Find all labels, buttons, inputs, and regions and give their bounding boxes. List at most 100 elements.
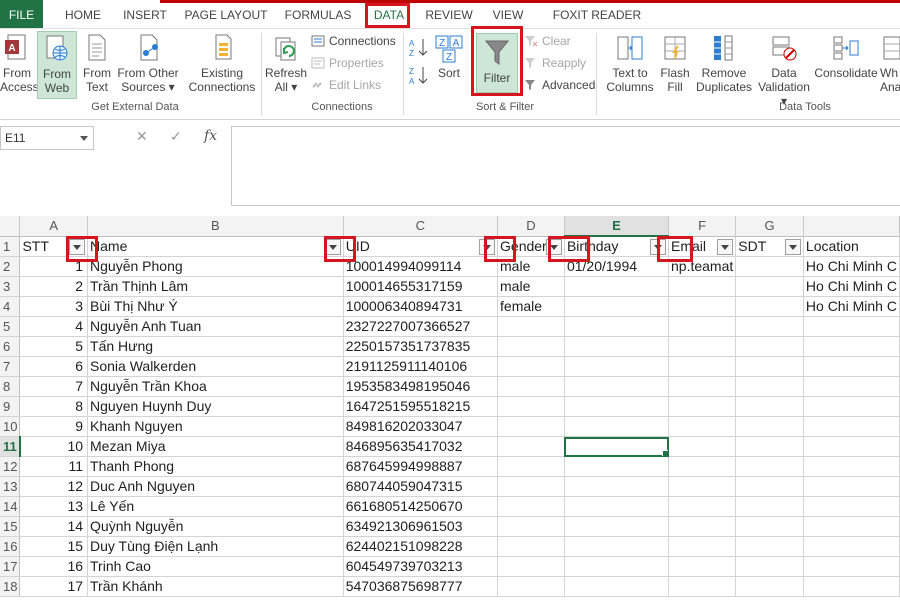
cell-gender[interactable] (497, 396, 565, 417)
cell-stt[interactable]: 11 (19, 456, 89, 477)
column-header-h[interactable] (803, 216, 900, 237)
cell-stt[interactable]: 13 (19, 496, 89, 517)
from-other-sources-button[interactable]: From Other Sources ▾ (116, 33, 180, 94)
cell-email[interactable] (668, 376, 737, 397)
cell-email[interactable] (668, 576, 737, 597)
cell-stt[interactable]: 3 (19, 296, 89, 317)
row-header[interactable]: 5 (0, 316, 21, 337)
cell-birthday[interactable]: 01/20/1994 (564, 256, 670, 277)
cell-email[interactable] (668, 456, 737, 477)
cell-sdt[interactable] (735, 316, 804, 337)
tab-formulas[interactable]: FORMULAS (282, 0, 354, 28)
header-cell-gender[interactable]: Gender (497, 236, 565, 257)
cell-gender[interactable] (497, 436, 565, 457)
filter-dropdown-icon[interactable] (650, 239, 666, 255)
cell-name[interactable]: Bùi Thị Như Ý (87, 296, 344, 317)
cell-email[interactable] (668, 516, 737, 537)
cell-name[interactable]: Nguyễn Phong (87, 256, 344, 277)
cell-stt[interactable]: 5 (19, 336, 89, 357)
cell-birthday[interactable] (564, 356, 670, 377)
row-header[interactable]: 9 (0, 396, 21, 417)
cell-location[interactable] (803, 516, 900, 537)
tab-foxit-reader-pdf[interactable]: FOXIT READER PDF (544, 0, 650, 52)
tab-home[interactable]: HOME (58, 0, 108, 28)
header-cell-birthday[interactable]: Birthday (564, 236, 670, 257)
cell-name[interactable]: Nguyễn Anh Tuan (87, 316, 344, 337)
cell-stt[interactable]: 16 (19, 556, 89, 577)
cell-gender[interactable] (497, 416, 565, 437)
cell-uid[interactable]: 2327227007366527 (343, 316, 499, 337)
row-header[interactable]: 14 (0, 496, 21, 517)
tab-page-layout[interactable]: PAGE LAYOUT (184, 0, 268, 28)
cell-name[interactable]: Trần Thịnh Lâm (87, 276, 344, 297)
cell-name[interactable]: Khanh Nguyen (87, 416, 344, 437)
row-header[interactable]: 6 (0, 336, 21, 357)
cell-name[interactable]: Trinh Cao (87, 556, 344, 577)
cell-location[interactable] (803, 336, 900, 357)
cell-name[interactable]: Nguyễn Trần Khoa (87, 376, 344, 397)
cell-birthday[interactable] (564, 576, 670, 597)
row-header[interactable]: 4 (0, 296, 21, 317)
cell-email[interactable] (668, 556, 737, 577)
from-access-button[interactable]: A From Access (0, 33, 39, 94)
cell-name[interactable]: Thanh Phong (87, 456, 344, 477)
cell-email[interactable] (668, 356, 737, 377)
cell-sdt[interactable] (735, 496, 804, 517)
cell-name[interactable]: Tấn Hưng (87, 336, 344, 357)
cell-email[interactable] (668, 476, 737, 497)
cell-gender[interactable] (497, 516, 565, 537)
header-cell-uid[interactable]: UID (343, 236, 499, 257)
cell-stt[interactable]: 15 (19, 536, 89, 557)
cell-stt[interactable]: 10 (19, 436, 89, 457)
properties-button[interactable]: Properties (311, 53, 384, 73)
row-header[interactable]: 1 (0, 236, 21, 257)
existing-connections-button[interactable]: Existing Connections (188, 33, 256, 94)
cell-email[interactable] (668, 396, 737, 417)
cell-stt[interactable]: 14 (19, 516, 89, 537)
cell-sdt[interactable] (735, 276, 804, 297)
cell-stt[interactable]: 4 (19, 316, 89, 337)
cell-location[interactable] (803, 396, 900, 417)
cell-sdt[interactable] (735, 436, 804, 457)
tab-data[interactable]: DATA (366, 0, 412, 28)
cell-birthday[interactable] (564, 496, 670, 517)
connections-button[interactable]: Connections (311, 31, 396, 51)
cell-birthday[interactable] (564, 516, 670, 537)
chevron-down-icon[interactable] (80, 136, 88, 141)
cell-location[interactable]: Ho Chi Minh C (803, 256, 900, 277)
cell-uid[interactable]: 849816202033047 (343, 416, 499, 437)
flash-fill-button[interactable]: Flash Fill (659, 33, 691, 94)
data-validation-button[interactable]: Data Validation ▾ (754, 33, 814, 108)
cell-location[interactable] (803, 436, 900, 457)
row-header[interactable]: 2 (0, 256, 21, 277)
cell-stt[interactable]: 17 (19, 576, 89, 597)
cell-uid[interactable]: 547036875698777 (343, 576, 499, 597)
cell-uid[interactable]: 2191125911140106 (343, 356, 499, 377)
cell-stt[interactable]: 2 (19, 276, 89, 297)
row-header[interactable]: 17 (0, 556, 21, 577)
cell-birthday[interactable] (564, 316, 670, 337)
cell-sdt[interactable] (735, 536, 804, 557)
cell-location[interactable] (803, 556, 900, 577)
edit-links-button[interactable]: Edit Links (311, 75, 381, 95)
name-box[interactable]: E11 (0, 126, 94, 150)
header-cell-stt[interactable]: STT (19, 236, 89, 257)
cell-name[interactable]: Quỳnh Nguyễn (87, 516, 344, 537)
cell-email[interactable] (668, 296, 737, 317)
cell-sdt[interactable] (735, 516, 804, 537)
cell-gender[interactable] (497, 336, 565, 357)
worksheet-grid[interactable]: A B C D E F G 1 STT Name UID Gender Birt… (0, 216, 900, 600)
column-header-d[interactable]: D (497, 216, 565, 237)
row-header[interactable]: 15 (0, 516, 21, 537)
cell-birthday[interactable] (564, 556, 670, 577)
cell-stt[interactable]: 1 (19, 256, 89, 277)
cell-birthday[interactable] (564, 416, 670, 437)
consolidate-button[interactable]: Consolidate (814, 33, 878, 80)
cell-birthday[interactable] (564, 436, 670, 457)
cell-name[interactable]: Sonia Walkerden (87, 356, 344, 377)
cell-stt[interactable]: 9 (19, 416, 89, 437)
cell-sdt[interactable] (735, 356, 804, 377)
cell-birthday[interactable] (564, 456, 670, 477)
cell-location[interactable] (803, 376, 900, 397)
cell-location[interactable] (803, 576, 900, 597)
